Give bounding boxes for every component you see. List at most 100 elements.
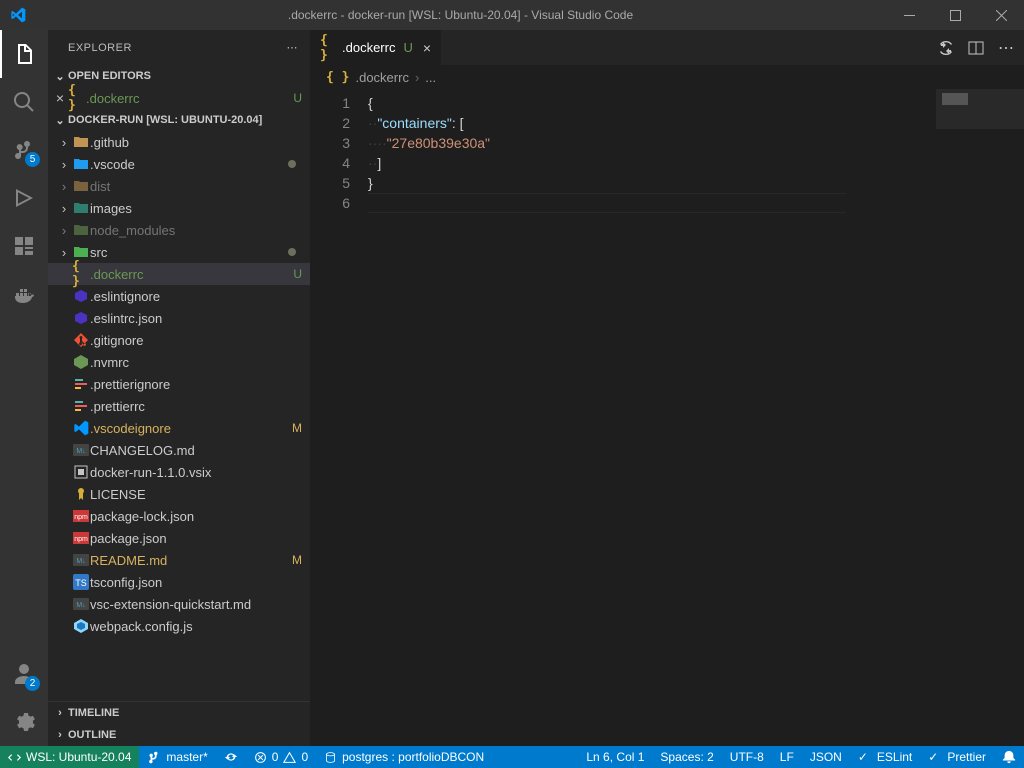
file-item[interactable]: npmpackage.json bbox=[48, 527, 310, 549]
open-editor-item[interactable]: × { } .dockerrc U bbox=[48, 87, 310, 109]
modified-dot-icon bbox=[288, 248, 296, 256]
scm-badge: 5 bbox=[25, 152, 40, 167]
activity-bar: 5 2 bbox=[0, 30, 48, 746]
folder-icon bbox=[72, 135, 90, 149]
activity-accounts[interactable]: 2 bbox=[0, 650, 48, 698]
activity-source-control[interactable]: 5 bbox=[0, 126, 48, 174]
chevron-right-icon: › bbox=[56, 201, 72, 216]
window-minimize-button[interactable] bbox=[886, 0, 932, 30]
file-item[interactable]: .prettierignore bbox=[48, 373, 310, 395]
file-item[interactable]: TStsconfig.json bbox=[48, 571, 310, 593]
folder-item[interactable]: ›.github bbox=[48, 131, 310, 153]
activity-docker[interactable] bbox=[0, 270, 48, 318]
chevron-right-icon: › bbox=[56, 223, 72, 238]
item-label: .github bbox=[90, 135, 302, 150]
file-item[interactable]: M↓README.mdM bbox=[48, 549, 310, 571]
chevron-right-icon: › bbox=[56, 179, 72, 194]
folder-item[interactable]: ›.vscode bbox=[48, 153, 310, 175]
src-folder-icon bbox=[72, 245, 90, 259]
window-close-button[interactable] bbox=[978, 0, 1024, 30]
file-item[interactable]: LICENSE bbox=[48, 483, 310, 505]
file-item[interactable]: M↓vsc-extension-quickstart.md bbox=[48, 593, 310, 615]
status-branch[interactable]: master* bbox=[139, 746, 215, 768]
activity-settings[interactable] bbox=[0, 698, 48, 746]
status-remote[interactable]: WSL: Ubuntu-20.04 bbox=[0, 746, 139, 768]
vscode-logo-icon bbox=[0, 7, 35, 23]
item-label: node_modules bbox=[90, 223, 302, 238]
code-content[interactable]: { ··"containers": [ ····"27e80b39e30a" ·… bbox=[368, 89, 936, 746]
minimap[interactable] bbox=[936, 89, 1024, 746]
file-item[interactable]: { }.dockerrcU bbox=[48, 263, 310, 285]
json-braces-icon: { } bbox=[68, 83, 86, 113]
file-item[interactable]: .eslintignore bbox=[48, 285, 310, 307]
svg-text:TS: TS bbox=[75, 578, 87, 588]
file-item[interactable]: .gitignore bbox=[48, 329, 310, 351]
tab-git-status: U bbox=[403, 40, 412, 55]
split-editor-icon[interactable] bbox=[968, 40, 984, 56]
status-eslint[interactable]: ESLint bbox=[850, 746, 920, 768]
file-item[interactable]: .prettierrc bbox=[48, 395, 310, 417]
file-item[interactable]: M↓CHANGELOG.md bbox=[48, 439, 310, 461]
item-label: .eslintrc.json bbox=[90, 311, 302, 326]
open-editors-section[interactable]: ⌄ OPEN EDITORS bbox=[48, 65, 310, 87]
status-prettier[interactable]: Prettier bbox=[920, 746, 994, 768]
file-item[interactable]: .vscodeignoreM bbox=[48, 417, 310, 439]
activity-extensions[interactable] bbox=[0, 222, 48, 270]
svg-text:M↓: M↓ bbox=[76, 558, 85, 565]
license-icon bbox=[72, 486, 90, 502]
file-item[interactable]: .eslintrc.json bbox=[48, 307, 310, 329]
explorer-more-icon[interactable]: ⋯ bbox=[287, 41, 299, 54]
editor-area: { } .dockerrc U × ⋯ { } .dockerrc › ... bbox=[310, 30, 1024, 746]
tab-close-icon[interactable]: × bbox=[423, 40, 431, 56]
editor-more-icon[interactable]: ⋯ bbox=[998, 38, 1014, 58]
window-title: .dockerrc - docker-run [WSL: Ubuntu-20.0… bbox=[35, 8, 886, 22]
folder-item[interactable]: ›images bbox=[48, 197, 310, 219]
folder-item[interactable]: › node_modules bbox=[48, 219, 310, 241]
node-folder-icon bbox=[72, 223, 90, 237]
folder-item[interactable]: ›dist bbox=[48, 175, 310, 197]
item-label: src bbox=[90, 245, 288, 260]
status-bar: WSL: Ubuntu-20.04 master* 0 0 postgres :… bbox=[0, 746, 1024, 768]
file-item[interactable]: docker-run-1.1.0.vsix bbox=[48, 461, 310, 483]
file-item[interactable]: webpack.config.js bbox=[48, 615, 310, 637]
timeline-section[interactable]: › TIMELINE bbox=[48, 702, 310, 724]
item-label: CHANGELOG.md bbox=[90, 443, 302, 458]
status-notifications-icon[interactable] bbox=[994, 746, 1024, 768]
editor-tab[interactable]: { } .dockerrc U × bbox=[310, 30, 442, 65]
compare-changes-icon[interactable] bbox=[938, 40, 954, 56]
chevron-right-icon: › bbox=[56, 157, 72, 172]
git-status-badge: M bbox=[288, 553, 302, 567]
status-language[interactable]: JSON bbox=[802, 746, 850, 768]
activity-run-debug[interactable] bbox=[0, 174, 48, 222]
outline-label: OUTLINE bbox=[68, 729, 116, 741]
status-encoding[interactable]: UTF-8 bbox=[722, 746, 772, 768]
status-sync[interactable] bbox=[216, 746, 246, 768]
md-icon: M↓ bbox=[72, 554, 90, 566]
images-folder-icon bbox=[72, 201, 90, 215]
window-maximize-button[interactable] bbox=[932, 0, 978, 30]
git-icon bbox=[72, 332, 90, 348]
breadcrumb[interactable]: { } .dockerrc › ... bbox=[310, 65, 1024, 89]
workspace-section[interactable]: ⌄ DOCKER-RUN [WSL: UBUNTU-20.04] bbox=[48, 109, 310, 131]
file-tree[interactable]: ›.github›.vscode›dist›images›node_module… bbox=[48, 131, 310, 701]
close-icon[interactable]: × bbox=[52, 90, 68, 106]
status-problems[interactable]: 0 0 bbox=[246, 746, 316, 768]
activity-search[interactable] bbox=[0, 78, 48, 126]
file-item[interactable]: .nvmrc bbox=[48, 351, 310, 373]
status-indentation[interactable]: Spaces: 2 bbox=[652, 746, 721, 768]
prettier-icon bbox=[72, 398, 90, 414]
status-cursor-position[interactable]: Ln 6, Col 1 bbox=[578, 746, 652, 768]
status-database[interactable]: postgres : portfolioDBCON bbox=[316, 746, 492, 768]
vscode-icon bbox=[72, 420, 90, 436]
open-editor-filename: .dockerrc bbox=[86, 91, 289, 106]
code-editor[interactable]: 123456 { ··"containers": [ ····"27e80b39… bbox=[310, 89, 1024, 746]
status-eol[interactable]: LF bbox=[772, 746, 802, 768]
workspace-label: DOCKER-RUN [WSL: UBUNTU-20.04] bbox=[68, 114, 262, 126]
outline-section[interactable]: › OUTLINE bbox=[48, 724, 310, 746]
json-string: "27e80b39e30a" bbox=[387, 135, 490, 151]
item-label: docker-run-1.1.0.vsix bbox=[90, 465, 302, 480]
activity-explorer[interactable] bbox=[0, 30, 48, 78]
git-status-badge: U bbox=[289, 267, 302, 281]
item-label: .eslintignore bbox=[90, 289, 302, 304]
file-item[interactable]: npmpackage-lock.json bbox=[48, 505, 310, 527]
